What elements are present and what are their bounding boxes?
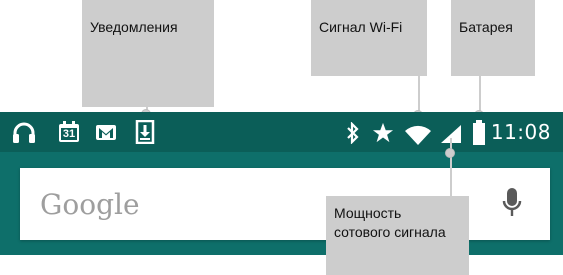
mic-icon[interactable] bbox=[502, 188, 522, 220]
home-screen: 31 11:08 Google bbox=[0, 112, 563, 255]
cell-signal-callout: Мощность сотового сигнала bbox=[326, 196, 469, 275]
notifications-callout: Уведомления bbox=[82, 0, 214, 107]
battery-callout-label: Батарея bbox=[459, 19, 513, 35]
wifi-callout-label: Сигнал Wi-Fi bbox=[319, 19, 403, 35]
star-icon bbox=[372, 122, 394, 143]
bluetooth-icon bbox=[347, 122, 359, 144]
battery-icon bbox=[473, 120, 485, 145]
calendar-day: 31 bbox=[62, 128, 76, 140]
google-search-bar[interactable]: Google bbox=[20, 168, 550, 240]
cell-signal-leader bbox=[450, 138, 452, 196]
cell-signal-pointer bbox=[445, 148, 455, 158]
google-logo-text: Google bbox=[40, 188, 140, 221]
notifications-callout-label: Уведомления bbox=[90, 19, 178, 35]
download-icon bbox=[135, 120, 155, 144]
battery-callout: Батарея bbox=[451, 0, 535, 76]
headphones-icon bbox=[13, 122, 35, 143]
cell-signal-callout-label: Мощность сотового сигнала bbox=[334, 205, 446, 240]
wifi-callout: Сигнал Wi-Fi bbox=[311, 0, 427, 76]
status-bar: 31 11:08 bbox=[0, 112, 563, 152]
wifi-icon bbox=[405, 125, 431, 145]
status-clock: 11:08 bbox=[490, 120, 551, 144]
gmail-icon bbox=[96, 125, 116, 140]
